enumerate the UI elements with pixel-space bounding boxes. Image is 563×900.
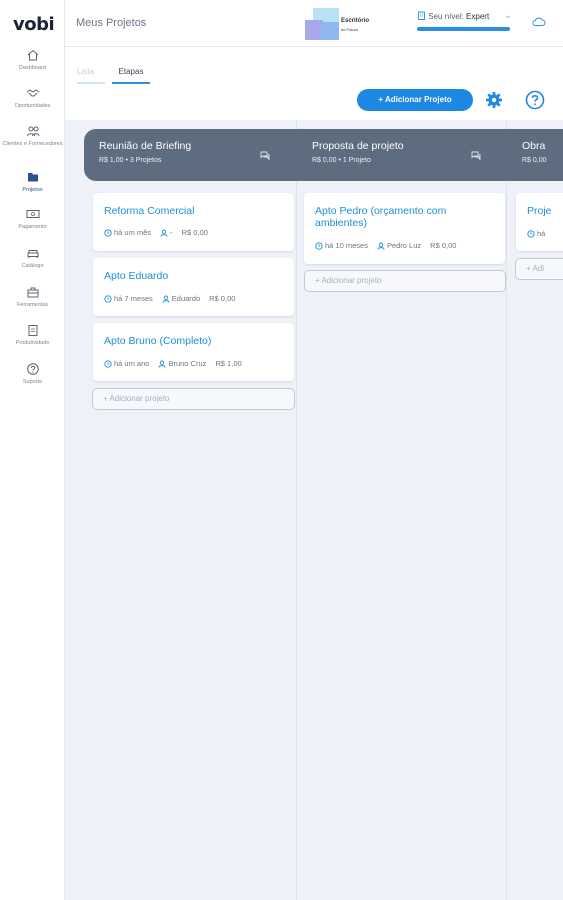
project-time: há um ano: [114, 359, 150, 368]
level-selector[interactable]: Seu nível: Expert ⌄: [417, 10, 512, 21]
project-time: há um mês: [114, 228, 152, 237]
money-icon: [26, 210, 39, 218]
project-person: Eduardo: [171, 294, 201, 303]
sidebar-item-clientes[interactable]: Clientes e Fornecedores: [0, 124, 65, 148]
sidebar-item-ferramentas[interactable]: Ferramentas: [0, 285, 65, 309]
sidebar-item-oportunidades[interactable]: Oportunidades: [0, 86, 65, 110]
user-icon: [162, 295, 170, 303]
project-person: Bruno Cruz: [168, 359, 207, 368]
sidebar-item-catalogo[interactable]: Catálogo: [0, 246, 65, 270]
project-time: há 7 meses: [114, 294, 153, 303]
project-person: -: [170, 228, 173, 237]
project-value: R$ 0,00: [430, 241, 457, 250]
column-summary: R$ 0,00 • 1 Projeto: [312, 157, 371, 164]
clock-icon: [104, 229, 112, 237]
help-icon[interactable]: [525, 90, 545, 110]
comments-icon[interactable]: [471, 151, 481, 160]
top-header: Meus Projetos Escritório do Futuro Seu n…: [65, 0, 563, 47]
add-project-inline-button[interactable]: + Adicionar projeto: [92, 388, 295, 410]
handshake-icon: [26, 89, 39, 97]
sidebar-item-label: Clientes e Fornecedores: [2, 141, 63, 147]
project-meta: há 10 meses Pedro Luz R$ 0,00: [315, 241, 456, 250]
project-title: Apto Bruno (Completo): [104, 335, 212, 347]
level-progress-bar: [417, 27, 510, 31]
user-icon: [159, 360, 166, 368]
project-value: R$ 0,00: [209, 294, 236, 303]
clock-icon: [527, 230, 535, 238]
project-meta: há um mês - R$ 0,00: [104, 228, 208, 237]
sidebar-item-label: Ferramentas: [16, 302, 49, 308]
chevron-down-icon: ⌄: [504, 10, 512, 20]
add-project-button[interactable]: + Adicionar Projeto: [357, 89, 473, 111]
kanban-board: Reunião de Briefing R$ 1,00 • 3 Projetos…: [65, 120, 563, 900]
cloud-sync-icon[interactable]: [532, 16, 546, 28]
gear-icon[interactable]: [485, 91, 503, 109]
project-title: Apto Pedro (orçamento com ambientes): [315, 205, 447, 229]
vobi-logo[interactable]: vobi: [13, 14, 55, 35]
add-project-inline-button[interactable]: + Adicionar projeto: [304, 270, 506, 292]
user-icon: [160, 229, 168, 237]
add-project-inline-button[interactable]: + Adi: [515, 258, 563, 280]
tab-etapas[interactable]: Etapas: [112, 67, 150, 84]
column-name: Proposta de projeto: [312, 140, 404, 152]
project-person: Pedro Luz: [386, 241, 422, 250]
sidebar-item-produtividade[interactable]: Produtividade: [0, 323, 65, 347]
column-name: Obra: [522, 140, 546, 152]
clock-icon: [104, 295, 112, 303]
project-time: há: [537, 229, 546, 238]
sidebar-item-label: Suporte: [22, 379, 43, 385]
level-value: Expert: [466, 12, 490, 21]
column-name: Reunião de Briefing: [99, 140, 192, 152]
view-tabs-area: Lista Etapas + Adicionar Projeto: [65, 47, 563, 120]
help-icon: [26, 363, 39, 375]
toolbox-icon: [27, 287, 38, 298]
brand-logo: Escritório do Futuro: [305, 8, 375, 40]
user-icon: [377, 242, 385, 250]
project-card[interactable]: Apto Pedro (orçamento com ambientes) há …: [304, 193, 505, 264]
column-header[interactable]: Obra R$ 0,00: [507, 129, 563, 181]
comments-icon[interactable]: [260, 151, 270, 160]
sidebar-item-label: Catálogo: [21, 263, 44, 269]
sidebar-item-suporte[interactable]: Suporte: [0, 362, 65, 386]
project-meta: há: [527, 229, 545, 238]
clipboard-icon: [28, 325, 37, 336]
project-card[interactable]: Reforma Comercial há um mês - R$ 0,00: [93, 193, 294, 251]
sidebar-item-label: Projetos: [22, 187, 43, 193]
building-icon: [418, 11, 425, 20]
brand-subtitle: do Futuro: [341, 27, 359, 32]
sidebar-item-pagamento[interactable]: Pagamento: [0, 207, 65, 231]
sofa-icon: [27, 250, 38, 258]
project-value: R$ 0,00: [181, 228, 208, 237]
project-meta: há 7 meses Eduardo R$ 0,00: [104, 294, 235, 303]
project-value: R$ 1,00: [215, 359, 242, 368]
project-time: há 10 meses: [325, 241, 368, 250]
users-icon: [26, 126, 39, 137]
project-meta: há um ano Bruno Cruz R$ 1,00: [104, 359, 242, 368]
clock-icon: [104, 360, 112, 368]
project-card[interactable]: Apto Eduardo há 7 meses Eduardo R$ 0,00: [93, 258, 294, 316]
folder-icon: [27, 173, 38, 182]
column-header[interactable]: Reunião de Briefing R$ 1,00 • 3 Projetos: [84, 129, 297, 181]
sidebar-item-dashboard[interactable]: Dashboard: [0, 48, 65, 72]
sidebar-item-label: Oportunidades: [14, 103, 51, 109]
sidebar-item-label: Dashboard: [19, 65, 46, 71]
column-header[interactable]: Proposta de projeto R$ 0,00 • 1 Projeto: [297, 129, 507, 181]
level-prefix: Seu nível:: [428, 12, 464, 21]
column-summary: R$ 1,00 • 3 Projetos: [99, 157, 162, 164]
project-card[interactable]: Apto Bruno (Completo) há um ano Bruno Cru…: [93, 323, 294, 381]
sidebar-item-label: Pagamento: [18, 224, 47, 230]
sidebar-item-label: Produtividade: [15, 340, 50, 346]
tab-lista[interactable]: Lista: [77, 67, 105, 84]
column-summary: R$ 0,00: [522, 157, 547, 164]
project-title: Proje: [527, 205, 552, 217]
home-icon: [27, 49, 38, 61]
project-title: Reforma Comercial: [104, 205, 195, 217]
sidebar-item-projetos[interactable]: Projetos: [0, 170, 65, 194]
page-title: Meus Projetos: [76, 17, 147, 29]
project-title: Apto Eduardo: [104, 270, 169, 282]
project-card[interactable]: Proje há: [516, 193, 563, 251]
sidebar: vobi Dashboard Oportunidades Clientes e …: [0, 0, 65, 900]
brand-name: Escritório: [341, 18, 370, 24]
clock-icon: [315, 242, 323, 250]
